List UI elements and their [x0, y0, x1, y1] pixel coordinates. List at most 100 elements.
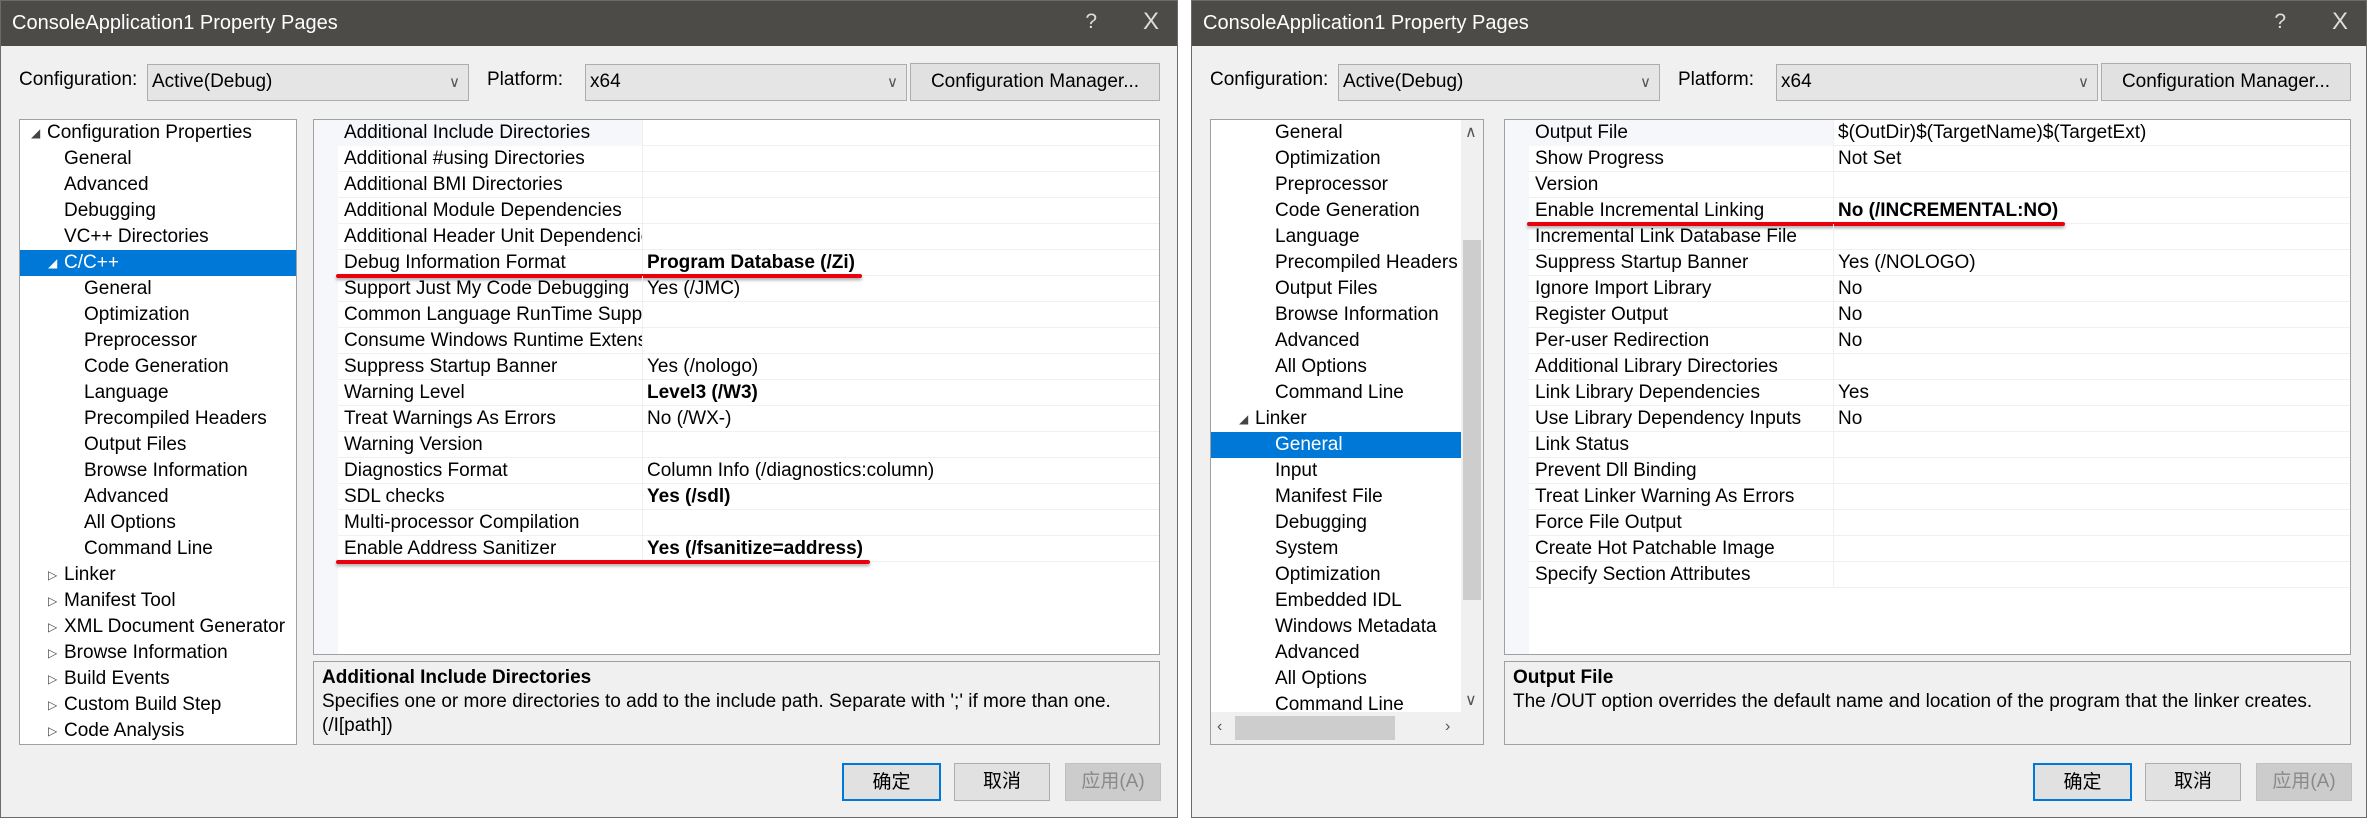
collapsed-triangle-icon[interactable]: ▷ — [48, 718, 57, 744]
property-row[interactable]: Additional Header Unit Dependencies — [338, 224, 1159, 250]
tree-item[interactable]: Manifest File — [1211, 484, 1461, 510]
property-value[interactable]: No — [1833, 328, 1862, 354]
property-value[interactable]: No (/WX-) — [642, 406, 731, 432]
tree-item[interactable]: Debugging — [20, 198, 296, 224]
tree-item[interactable]: Optimization — [1211, 562, 1461, 588]
property-value[interactable] — [1833, 536, 1838, 562]
property-value[interactable] — [642, 172, 647, 198]
expanded-triangle-icon[interactable]: ◢ — [1239, 406, 1248, 432]
property-row[interactable]: Warning Version — [338, 432, 1159, 458]
tree-item[interactable]: ▷ Build Events — [20, 666, 296, 692]
property-row[interactable]: Additional Include Directories — [338, 120, 1159, 146]
tree-item[interactable]: Language — [20, 380, 296, 406]
property-row[interactable]: Ignore Import Library No — [1529, 276, 2350, 302]
tree-item[interactable]: General — [20, 276, 296, 302]
tree-item[interactable]: Precompiled Headers — [20, 406, 296, 432]
tree-item[interactable]: Advanced — [20, 172, 296, 198]
property-value[interactable]: No — [1833, 406, 1862, 432]
property-row[interactable]: Suppress Startup Banner Yes (/NOLOGO) — [1529, 250, 2350, 276]
property-value[interactable]: Yes (/fsanitize=address) — [642, 536, 863, 562]
tree-item[interactable]: All Options — [20, 510, 296, 536]
tree-item[interactable]: Command Line — [1211, 380, 1461, 406]
tree-item[interactable]: ▷ Manifest Tool — [20, 588, 296, 614]
property-value[interactable] — [642, 302, 647, 328]
tree-item[interactable]: Optimization — [1211, 146, 1461, 172]
tree-item[interactable]: System — [1211, 536, 1461, 562]
tree-item[interactable]: Browse Information — [20, 458, 296, 484]
property-value[interactable]: Not Set — [1833, 146, 1901, 172]
property-row[interactable]: Link Status — [1529, 432, 2350, 458]
tree-item[interactable]: Preprocessor — [20, 328, 296, 354]
help-button[interactable]: ? — [1085, 10, 1097, 34]
configuration-manager-button[interactable]: Configuration Manager... — [910, 63, 1160, 101]
collapsed-triangle-icon[interactable]: ▷ — [48, 640, 57, 666]
cancel-button[interactable]: 取消 — [954, 763, 1050, 801]
property-row[interactable]: Enable Incremental Linking No (/INCREMENT… — [1529, 198, 2350, 224]
property-grid[interactable]: Output File $(OutDir)$(TargetName)$(Targe… — [1504, 119, 2351, 655]
platform-dropdown[interactable]: x64 ∨ — [1776, 64, 2098, 101]
tree-item[interactable]: ◢ Linker — [1211, 406, 1461, 432]
tree-item[interactable]: General — [20, 146, 296, 172]
property-row[interactable]: Additional Module Dependencies — [338, 198, 1159, 224]
property-value[interactable]: No (/INCREMENTAL:NO) — [1833, 198, 2058, 224]
property-value[interactable]: Yes (/sdl) — [642, 484, 730, 510]
expanded-triangle-icon[interactable]: ◢ — [31, 120, 40, 146]
property-row[interactable]: Per-user Redirection No — [1529, 328, 2350, 354]
property-row[interactable]: Additional BMI Directories — [338, 172, 1159, 198]
property-value[interactable] — [1833, 224, 1838, 250]
property-row[interactable]: Multi-processor Compilation — [338, 510, 1159, 536]
property-row[interactable]: SDL checks Yes (/sdl) — [338, 484, 1159, 510]
property-value[interactable] — [642, 120, 647, 146]
tree-item[interactable]: ▷ Linker — [20, 562, 296, 588]
property-value[interactable]: Yes — [1833, 380, 1869, 406]
vertical-scrollbar[interactable]: ∧ ∨ — [1461, 120, 1483, 712]
tree-item[interactable]: Windows Metadata — [1211, 614, 1461, 640]
tree-item[interactable]: ▷ Code Analysis — [20, 718, 296, 744]
property-value[interactable] — [642, 328, 647, 354]
platform-dropdown[interactable]: x64 ∨ — [585, 64, 907, 101]
property-row[interactable]: Output File $(OutDir)$(TargetName)$(Targe… — [1529, 120, 2350, 146]
property-row[interactable]: Additional Library Directories — [1529, 354, 2350, 380]
tree-item[interactable]: Optimization — [20, 302, 296, 328]
property-value[interactable] — [1833, 354, 1838, 380]
property-row[interactable]: Common Language RunTime Support — [338, 302, 1159, 328]
close-button[interactable]: X — [1143, 8, 1159, 36]
property-value[interactable] — [1833, 510, 1838, 536]
category-tree[interactable]: ◢ Configuration Properties General Advanced… — [19, 119, 297, 745]
tree-item[interactable]: Embedded IDL — [1211, 588, 1461, 614]
tree-item[interactable]: All Options — [1211, 354, 1461, 380]
tree-item[interactable]: Advanced — [20, 484, 296, 510]
property-value[interactable] — [1833, 562, 1838, 588]
property-row[interactable]: Create Hot Patchable Image — [1529, 536, 2350, 562]
property-row[interactable]: Suppress Startup Banner Yes (/nologo) — [338, 354, 1159, 380]
tree-item[interactable]: VC++ Directories — [20, 224, 296, 250]
help-button[interactable]: ? — [2274, 10, 2286, 34]
property-value[interactable] — [1833, 432, 1838, 458]
property-row[interactable]: Register Output No — [1529, 302, 2350, 328]
property-value[interactable] — [642, 510, 647, 536]
property-row[interactable]: Support Just My Code Debugging Yes (/JMC) — [338, 276, 1159, 302]
tree-item[interactable]: ▷ XML Document Generator — [20, 614, 296, 640]
property-value[interactable] — [1833, 484, 1838, 510]
scroll-down-arrow-icon[interactable]: ∨ — [1465, 690, 1477, 710]
property-row[interactable]: Incremental Link Database File — [1529, 224, 2350, 250]
configuration-manager-button[interactable]: Configuration Manager... — [2101, 63, 2351, 101]
property-value[interactable]: Yes (/nologo) — [642, 354, 758, 380]
horizontal-scrollbar[interactable]: ‹ › — [1211, 712, 1483, 744]
property-row[interactable]: Treat Linker Warning As Errors — [1529, 484, 2350, 510]
property-row[interactable]: Specify Section Attributes — [1529, 562, 2350, 588]
close-button[interactable]: X — [2332, 8, 2348, 36]
tree-item[interactable]: Input — [1211, 458, 1461, 484]
property-value[interactable]: Yes (/JMC) — [642, 276, 740, 302]
configuration-dropdown[interactable]: Active(Debug) ∨ — [147, 64, 469, 101]
tree-item[interactable]: General — [1211, 432, 1461, 458]
property-grid[interactable]: Additional Include Directories Additional… — [313, 119, 1160, 655]
tree-item[interactable]: Precompiled Headers — [1211, 250, 1461, 276]
property-value[interactable] — [1833, 172, 1838, 198]
tree-item[interactable]: All Options — [1211, 666, 1461, 692]
property-row[interactable]: Link Library Dependencies Yes — [1529, 380, 2350, 406]
collapsed-triangle-icon[interactable]: ▷ — [48, 666, 57, 692]
property-row[interactable]: Treat Warnings As Errors No (/WX-) — [338, 406, 1159, 432]
property-row[interactable]: Consume Windows Runtime Extension — [338, 328, 1159, 354]
property-value[interactable] — [642, 432, 647, 458]
